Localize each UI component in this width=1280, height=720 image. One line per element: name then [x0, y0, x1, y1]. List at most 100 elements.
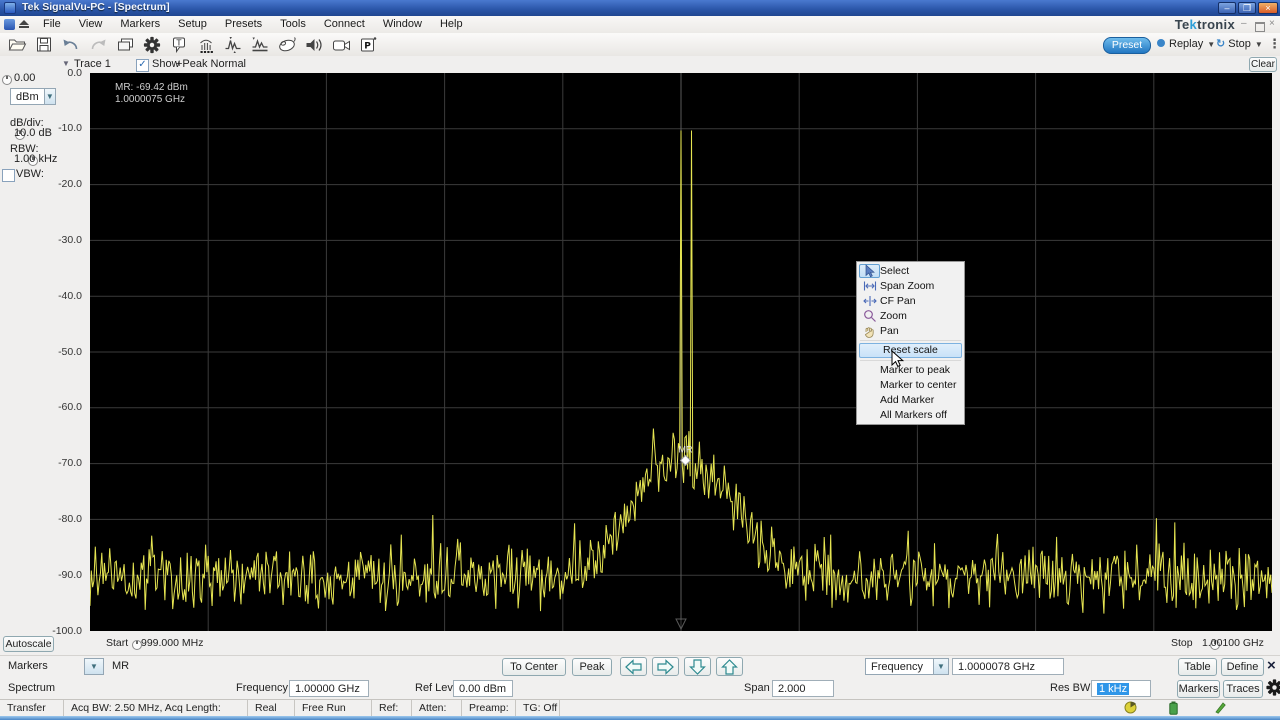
menu-separator: [860, 340, 961, 341]
context-menu-item-all-markers-off[interactable]: All Markers off: [857, 407, 964, 422]
close-markers-button[interactable]: ×: [1267, 657, 1276, 674]
replay-button[interactable]: Replay▼: [1157, 37, 1215, 53]
status-segment: Atten: 20 dB: [412, 700, 462, 717]
vbw-checkbox[interactable]: [2, 169, 15, 182]
undo-icon[interactable]: [57, 34, 84, 55]
context-menu-label: Pan: [880, 325, 899, 337]
context-menu-item-select[interactable]: Select: [857, 264, 964, 279]
start-frequency-value[interactable]: 999.000 MHz: [141, 637, 203, 649]
settings-gear-icon[interactable]: [138, 34, 165, 55]
menu-window[interactable]: Window: [374, 16, 431, 33]
marker-step-right-button[interactable]: [652, 657, 679, 676]
traces-button[interactable]: Traces: [1223, 680, 1263, 698]
audio-demod-icon[interactable]: [300, 34, 327, 55]
child-minimize-button[interactable]: –: [1241, 19, 1247, 29]
cf-pan-icon: [859, 294, 880, 308]
preset-p-icon[interactable]: P: [354, 34, 381, 55]
save-icon[interactable]: [30, 34, 57, 55]
camera-icon[interactable]: [327, 34, 354, 55]
menu-bar: FileViewMarkersSetupPresetsToolsConnectW…: [0, 16, 1280, 34]
y-tick-label: -50.0: [40, 346, 82, 358]
table-button[interactable]: Table: [1178, 658, 1217, 676]
center-frequency-field[interactable]: 1.00000 GHz: [289, 680, 369, 697]
maximize-button[interactable]: ❒: [1238, 2, 1256, 14]
chevron-down-icon: ▼: [85, 659, 103, 674]
close-button[interactable]: ×: [1258, 2, 1278, 14]
marker-readout: MR: -69.42 dBm 1.0000075 GHz: [115, 82, 188, 106]
pen-status-icon: [1214, 701, 1227, 717]
span-field[interactable]: 2.000 MHz: [772, 680, 834, 697]
spectrogram-icon[interactable]: [192, 34, 219, 55]
peak-button[interactable]: Peak: [572, 658, 612, 676]
span-label: Span: [744, 682, 770, 694]
context-menu-label: CF Pan: [880, 295, 916, 307]
child-restore-button[interactable]: [1255, 22, 1265, 32]
eject-icon[interactable]: [19, 20, 29, 29]
ref-level-value[interactable]: 0.00: [14, 72, 35, 84]
context-menu-label: Select: [880, 265, 909, 277]
stop-frequency-value[interactable]: 1.00100 GHz: [1202, 637, 1264, 649]
marker-frequency-field[interactable]: 1.0000078 GHz: [952, 658, 1064, 675]
replay-dot-icon: [1157, 39, 1165, 47]
context-menu-item-marker-to-peak[interactable]: Marker to peak: [857, 363, 964, 378]
markers-expand-combobox[interactable]: ▼: [84, 658, 104, 675]
zoom-icon: [859, 309, 880, 323]
mouse-icon[interactable]: [273, 34, 300, 55]
open-folder-icon[interactable]: [3, 34, 30, 55]
pan-hand-icon: [859, 324, 880, 338]
readout-mode-combobox[interactable]: Frequency▼: [865, 658, 949, 675]
status-segment: Transfer: [0, 700, 64, 717]
menu-connect[interactable]: Connect: [315, 16, 374, 33]
context-menu-item-add-marker[interactable]: Add Marker: [857, 393, 964, 408]
spectrum-settings-row: Spectrum Frequency 1.00000 GHz Ref Lev 0…: [0, 678, 1280, 699]
spectrum-display[interactable]: MR: [90, 73, 1272, 631]
context-menu-item-zoom[interactable]: Zoom: [857, 308, 964, 323]
menu-tools[interactable]: Tools: [271, 16, 315, 33]
redo-icon[interactable]: [84, 34, 111, 55]
context-menu-label: Marker to center: [880, 379, 956, 391]
marker-step-left-button[interactable]: [620, 657, 647, 676]
minimize-button[interactable]: –: [1218, 2, 1236, 14]
menu-setup[interactable]: Setup: [169, 16, 216, 33]
clear-button[interactable]: Clear: [1249, 57, 1277, 72]
menu-separator: [860, 360, 961, 361]
context-menu-item-reset-scale[interactable]: Reset scale: [859, 343, 962, 358]
menu-file[interactable]: File: [34, 16, 70, 33]
ref-lev-field[interactable]: 0.00 dBm: [453, 680, 513, 697]
markers-panel-row: Markers ▼ MR To Center Peak Frequency▼ 1…: [0, 655, 1280, 679]
show-checkbox[interactable]: ✓: [136, 59, 149, 72]
window-title: Tek SignalVu-PC - [Spectrum]: [22, 1, 170, 13]
ref-level-knob-icon[interactable]: [2, 75, 12, 85]
preset-button[interactable]: Preset: [1103, 37, 1151, 54]
signal-search-icon[interactable]: [219, 34, 246, 55]
menu-presets[interactable]: Presets: [216, 16, 271, 33]
context-menu-item-marker-to-center[interactable]: Marker to center: [857, 378, 964, 393]
to-center-button[interactable]: To Center: [502, 658, 566, 676]
context-menu-item-span-zoom[interactable]: Span Zoom: [857, 279, 964, 294]
res-bw-field[interactable]: 1 kHz: [1091, 680, 1151, 697]
markers-button[interactable]: Markers: [1177, 680, 1220, 698]
toolbar: T P Preset Replay▼ ↻ Stop▼ ⋮: [0, 33, 1280, 57]
context-menu-item-cf-pan[interactable]: CF Pan: [857, 294, 964, 309]
context-menu-item-pan[interactable]: Pan: [857, 323, 964, 338]
settings-gear-icon[interactable]: [1266, 679, 1280, 699]
svg-text:MR: MR: [678, 444, 692, 454]
document-icon[interactable]: [4, 19, 15, 30]
spectrum-trace[interactable]: MR: [90, 73, 1272, 631]
text-marker-icon[interactable]: T: [165, 34, 192, 55]
stop-button[interactable]: ↻ Stop▼: [1216, 37, 1263, 53]
define-button[interactable]: Define: [1221, 658, 1264, 676]
autoscale-button[interactable]: Autoscale: [3, 636, 54, 652]
menu-view[interactable]: View: [70, 16, 112, 33]
child-close-button[interactable]: ×: [1269, 19, 1275, 29]
signal-analysis-icon[interactable]: [246, 34, 273, 55]
status-segment: Preamp: Off: [462, 700, 516, 717]
menu-markers[interactable]: Markers: [111, 16, 169, 33]
menu-help[interactable]: Help: [431, 16, 472, 33]
marker-step-up-button[interactable]: [716, 657, 743, 676]
span-zoom-icon: [859, 279, 880, 293]
more-options-icon[interactable]: ⋮: [1268, 36, 1280, 52]
displays-icon[interactable]: [111, 34, 138, 55]
mouse-cursor: [891, 350, 904, 368]
marker-step-down-button[interactable]: [684, 657, 711, 676]
